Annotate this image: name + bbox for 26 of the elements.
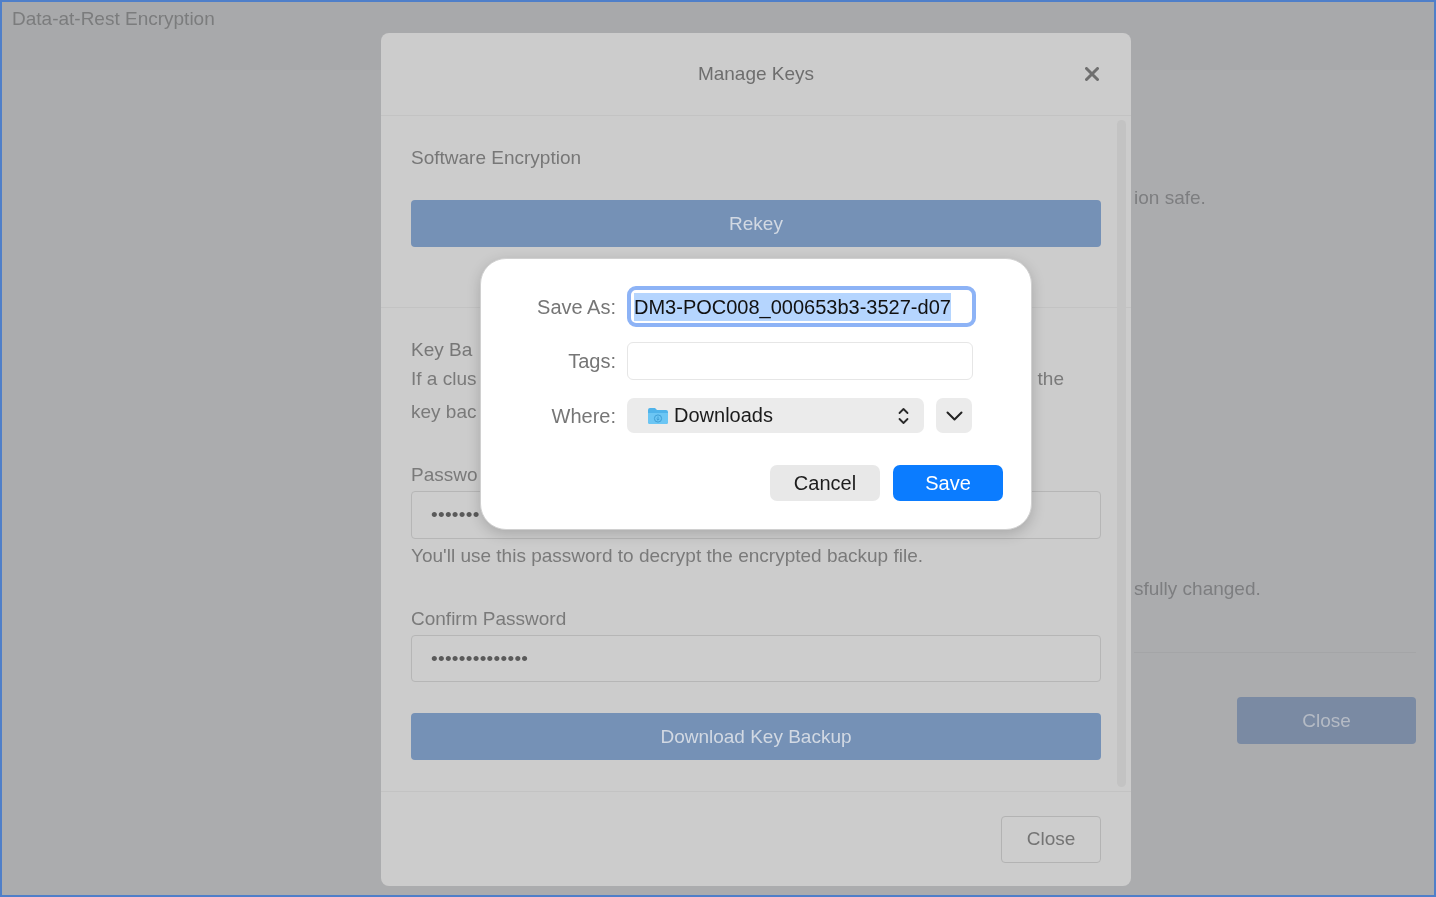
tags-field[interactable] [627,342,973,380]
field-label: Passwo [411,464,478,486]
save-button[interactable]: Save [893,465,1003,501]
download-key-backup-button[interactable]: Download Key Backup [411,713,1101,760]
close-icon[interactable] [1085,67,1099,81]
field-label: Save As: [537,294,616,319]
rekey-button[interactable]: Rekey [411,200,1101,247]
close-button[interactable]: Close [1001,815,1101,863]
description-text: If a clus [411,368,477,390]
chevron-down-icon [945,410,963,421]
folder-icon [647,406,669,425]
field-label: Where: [551,403,616,428]
field-label: Confirm Password [411,608,567,630]
expand-button[interactable] [936,398,972,433]
cancel-button[interactable]: Cancel [770,465,880,501]
location-popup[interactable]: Downloads [627,398,924,433]
hint-text: You'll use this password to decrypt the encrypted backup file. [411,545,923,567]
field-label: Tags: [568,349,616,373]
section-heading: Software Encryption [411,147,582,169]
description-text: key bac [411,401,477,423]
updown-chevron-icon [898,406,909,425]
section-heading: Key Ba [411,339,473,361]
description-text: the [1037,368,1064,390]
dialog-title: Manage Keys [697,63,815,85]
filename-field[interactable]: DM3-POC008_000653b3-3527-d07 [627,286,976,327]
confirm-password-field[interactable]: •••••••••••••• [411,635,1101,682]
